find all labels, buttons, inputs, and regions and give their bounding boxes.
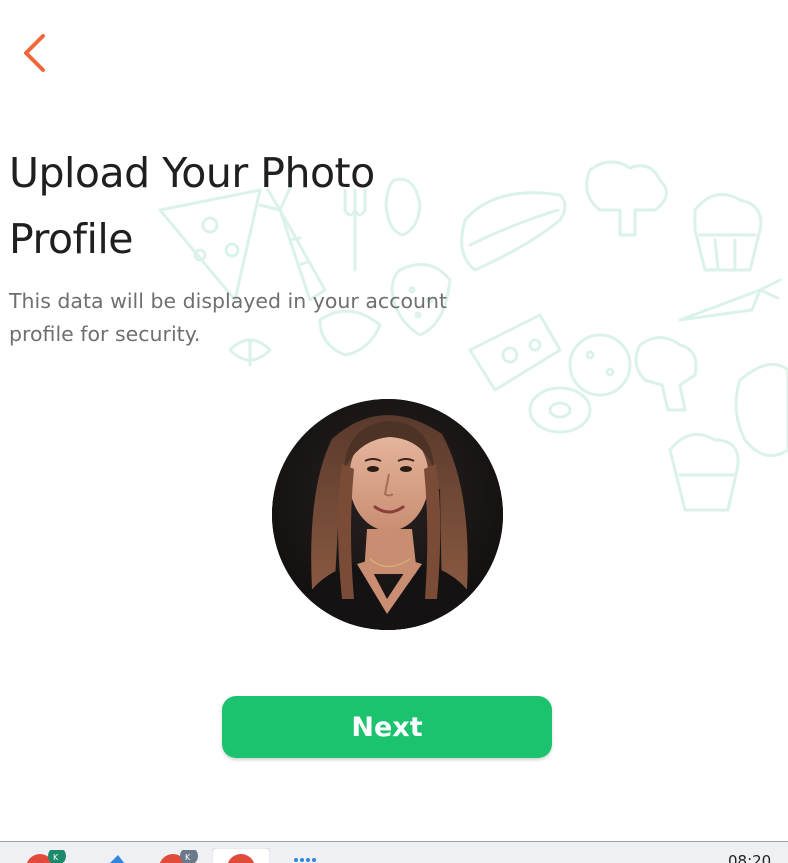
next-button[interactable]: Next <box>222 696 552 758</box>
page-title: Upload Your Photo Profile <box>9 149 375 263</box>
app-icon[interactable]: K <box>155 850 205 863</box>
back-button[interactable] <box>12 30 56 76</box>
svg-text:K: K <box>53 853 59 862</box>
chevron-left-icon <box>24 34 45 72</box>
app-icon[interactable] <box>212 848 270 863</box>
svg-text:K: K <box>185 853 191 862</box>
taskbar: K K 08:20 <box>0 841 788 863</box>
profile-photo-image <box>272 399 503 630</box>
app-icon[interactable] <box>100 850 130 863</box>
taskbar-clock: 08:20 <box>728 852 772 863</box>
profile-photo[interactable] <box>272 399 503 630</box>
app-icon[interactable] <box>292 856 322 863</box>
app-screen: Upload Your Photo Profile This data will… <box>0 0 788 863</box>
app-icon[interactable]: K <box>20 850 76 863</box>
page-subtitle: This data will be displayed in your acco… <box>9 289 448 346</box>
